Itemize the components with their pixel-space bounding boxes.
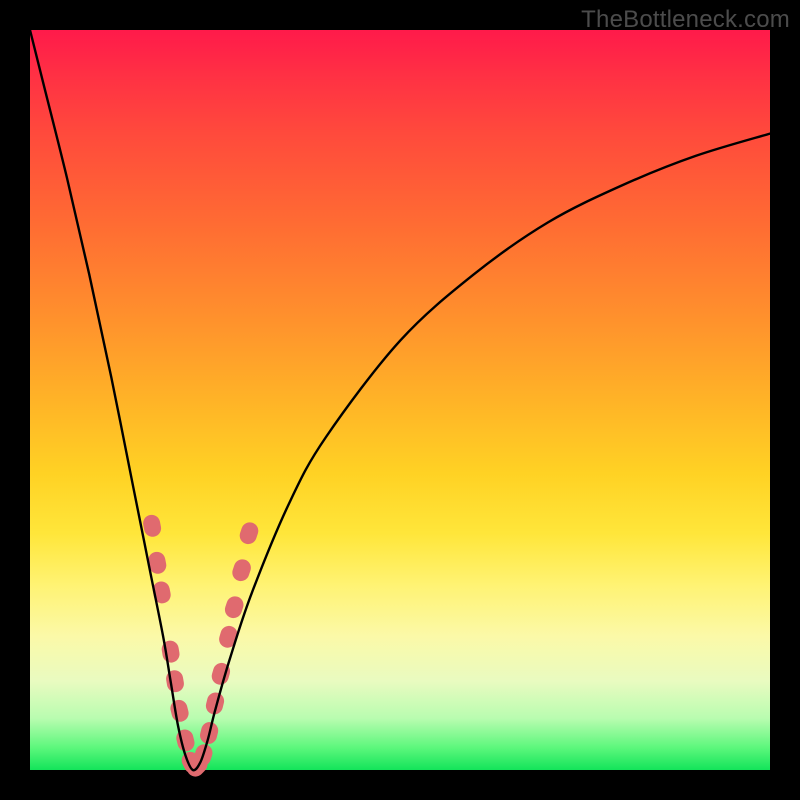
data-marker [237, 520, 260, 546]
data-marker [230, 557, 253, 583]
plot-area [30, 30, 770, 770]
data-marker [165, 669, 185, 694]
data-marker [142, 513, 163, 538]
outer-frame: TheBottleneck.com [0, 0, 800, 800]
bottleneck-curve [30, 30, 770, 770]
data-marker [174, 728, 196, 753]
marker-group [142, 513, 261, 780]
chart-svg [30, 30, 770, 770]
data-marker [169, 698, 191, 723]
